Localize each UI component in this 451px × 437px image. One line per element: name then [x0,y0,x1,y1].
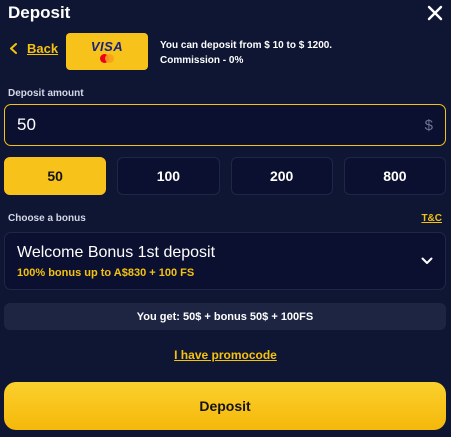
payment-method-card[interactable]: VISA [66,33,148,70]
amount-presets: 50 100 200 800 [4,157,446,195]
close-icon[interactable] [427,5,443,21]
currency-symbol: $ [424,116,433,134]
chevron-down-icon [421,257,433,264]
terms-link[interactable]: T&C [421,213,442,224]
bonus-title: Welcome Bonus 1st deposit [17,244,216,261]
deposit-button[interactable]: Deposit [4,382,446,430]
deposit-amount-label: Deposit amount [8,88,84,99]
bonus-description: 100% bonus up to A$830 + 100 FS [17,267,195,279]
promocode-link[interactable]: I have promocode [0,348,451,362]
commission-text: Commission - 0% [160,55,244,66]
deposit-limits-text: You can deposit from $ 10 to $ 1200. [160,40,333,51]
modal-title: Deposit [8,3,71,22]
choose-bonus-label: Choose a bonus [8,213,86,224]
preset-amount-800[interactable]: 800 [343,157,446,195]
mastercard-logo [100,54,114,63]
preset-amount-100[interactable]: 100 [117,157,220,195]
bonus-dropdown[interactable]: Welcome Bonus 1st deposit 100% bonus up … [4,232,446,290]
modal-header: Deposit [0,0,451,26]
deposit-amount-value: 50 [17,115,36,134]
chevron-left-icon [10,43,17,54]
back-label: Back [27,41,59,56]
deposit-amount-input[interactable]: 50 $ [4,104,446,146]
visa-logo: VISA [90,39,124,54]
preset-amount-50[interactable]: 50 [4,157,107,195]
deposit-summary: You get: 50$ + bonus 50$ + 100FS [4,303,446,330]
back-button[interactable]: Back [9,41,58,56]
deposit-limits-info: You can deposit from $ 10 to $ 1200. Com… [160,38,332,68]
preset-amount-200[interactable]: 200 [230,157,333,195]
